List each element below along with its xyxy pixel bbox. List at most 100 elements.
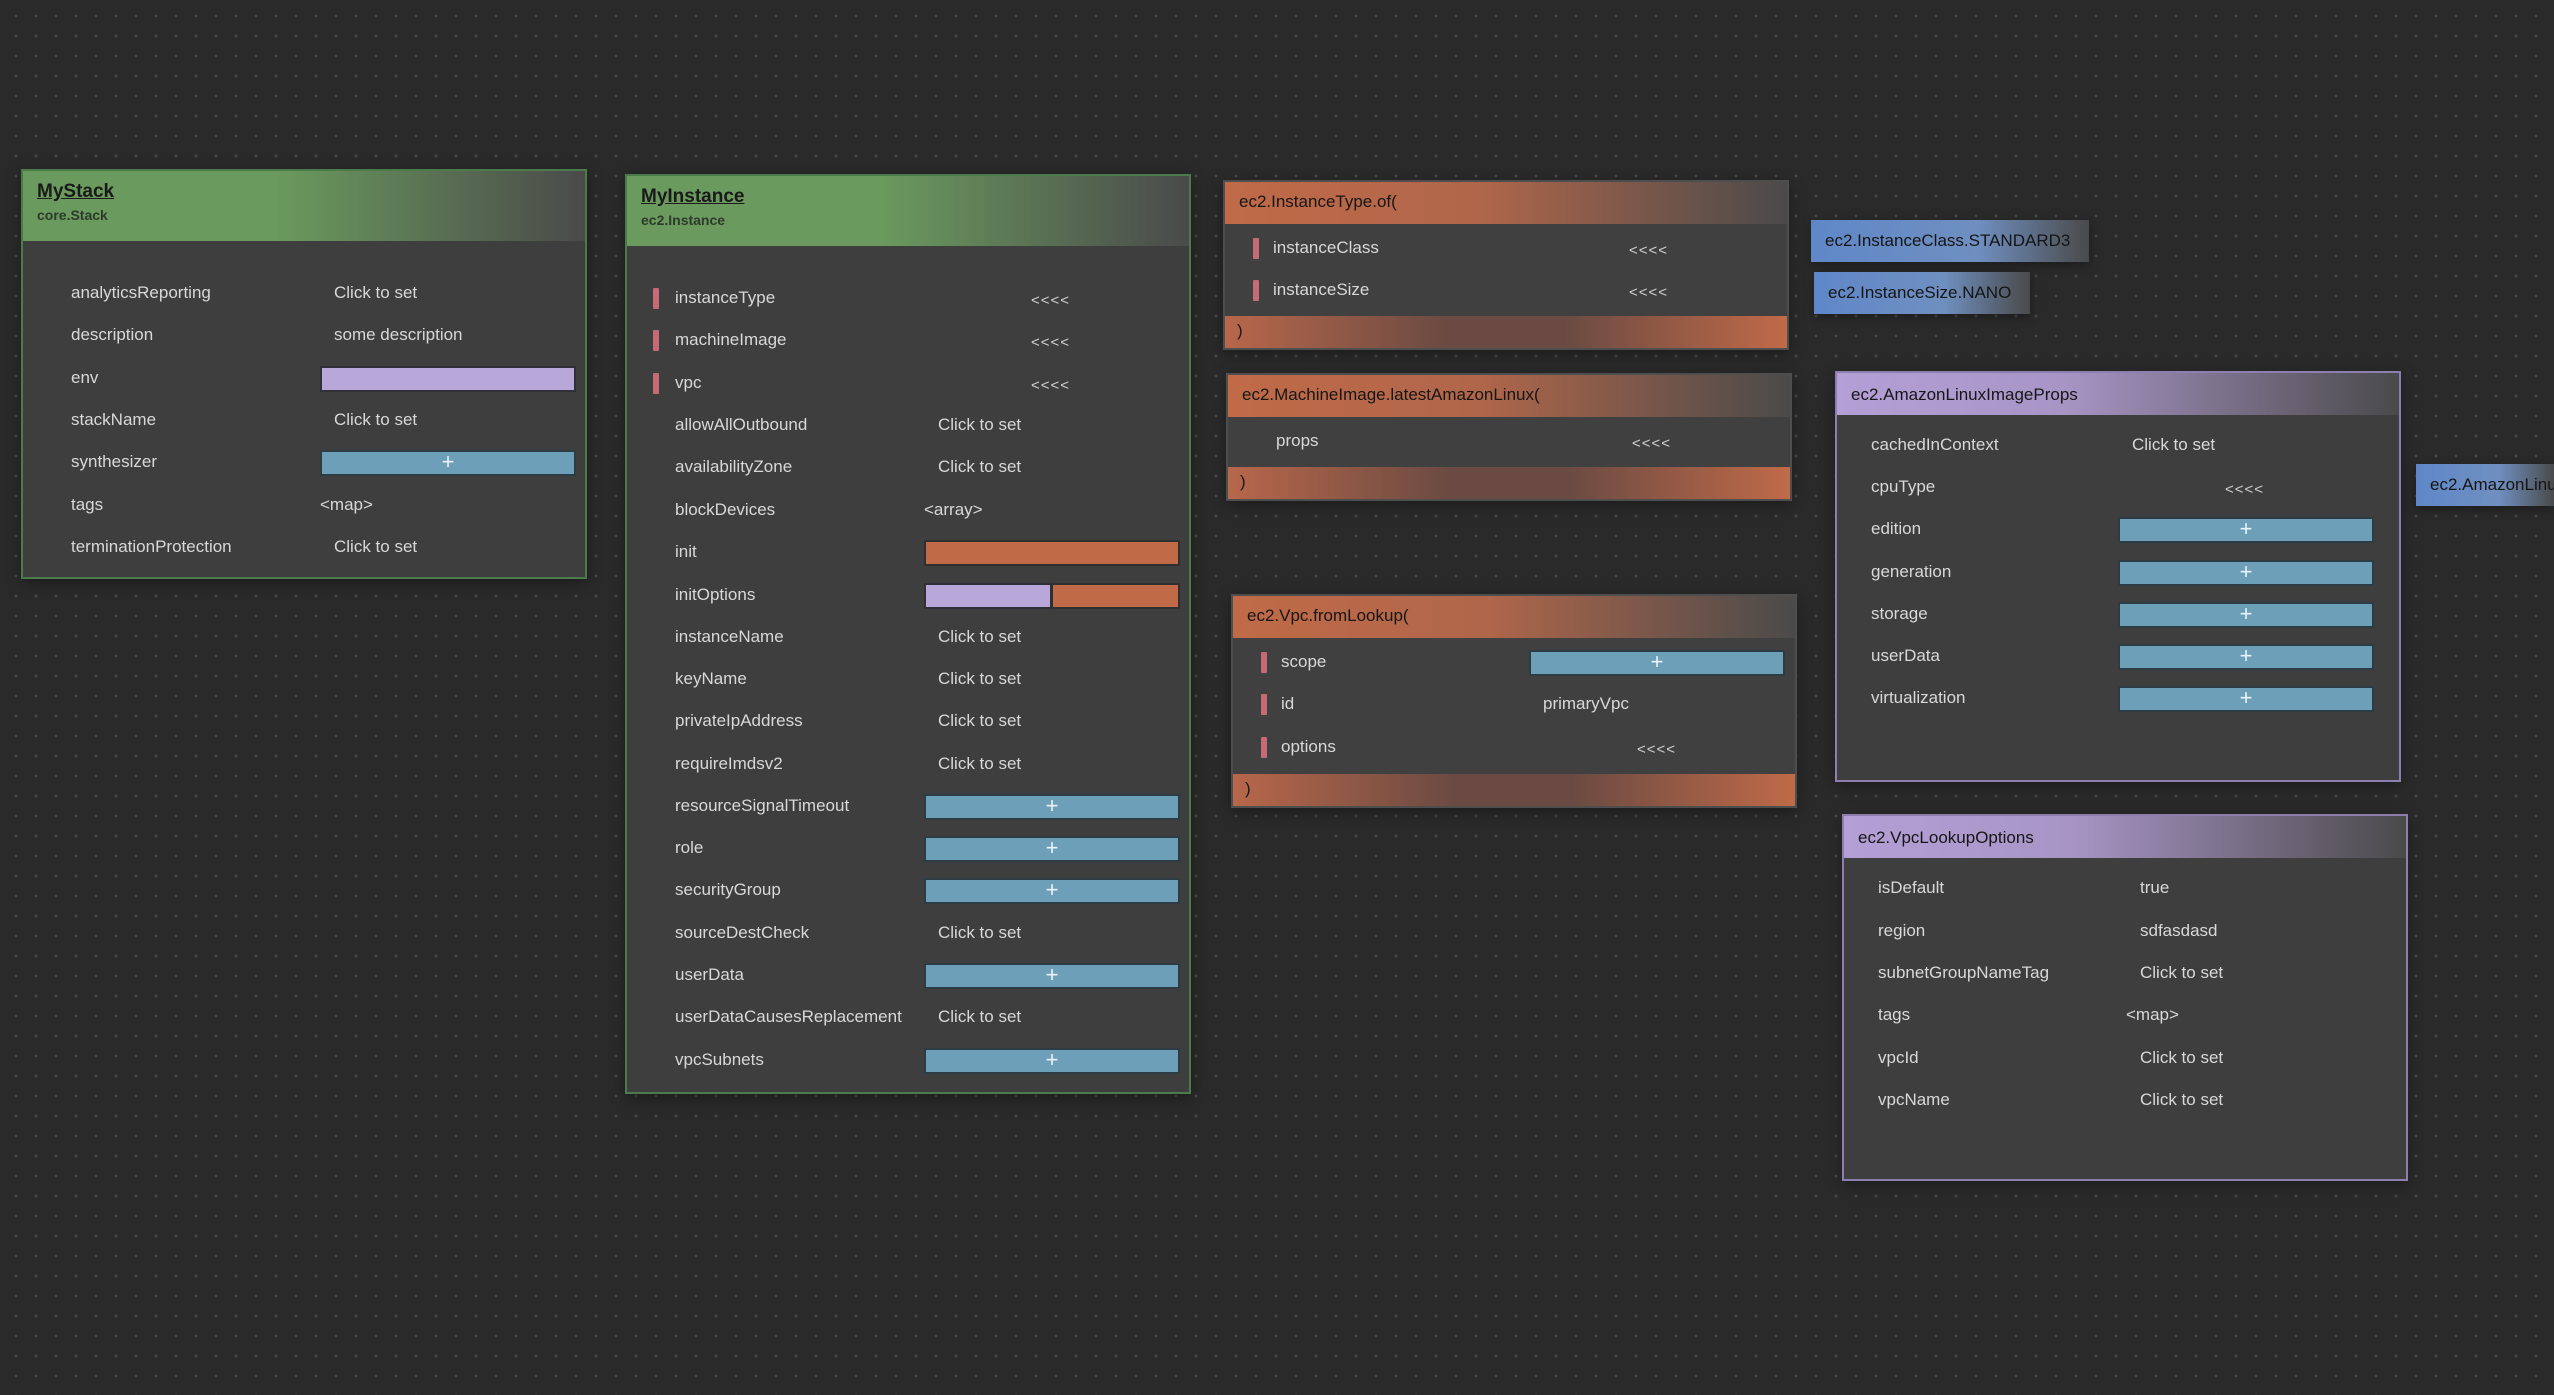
prop-row: tags <map> [1844, 1001, 2406, 1031]
map-value[interactable]: <map> [320, 495, 373, 515]
machineimage-node[interactable]: ec2.MachineImage.latestAmazonLinux( prop… [1226, 373, 1792, 501]
text-value[interactable]: true [2140, 878, 2169, 898]
click-to-set-value[interactable]: Click to set [938, 754, 1021, 774]
click-to-set-value[interactable]: Click to set [334, 283, 417, 303]
vpclookupoptions-header[interactable]: ec2.VpcLookupOptions [1844, 816, 2406, 858]
prop-label: edition [1871, 519, 1922, 538]
required-marker [653, 373, 659, 394]
click-to-set-value[interactable]: Click to set [938, 711, 1021, 731]
required-marker [653, 288, 659, 309]
add-button[interactable]: + [924, 963, 1180, 989]
click-to-set-value[interactable]: Click to set [938, 923, 1021, 943]
add-button[interactable]: + [320, 450, 576, 476]
prop-row: vpcId Click to set [1844, 1044, 2406, 1074]
input-connector[interactable]: <<<< [2225, 481, 2264, 498]
required-marker [1261, 694, 1267, 715]
add-button[interactable]: + [924, 878, 1180, 904]
prop-label: requireImdsv2 [675, 754, 783, 773]
add-button[interactable]: + [1529, 650, 1785, 676]
prop-label: tags [71, 495, 104, 514]
input-connector[interactable]: <<<< [1629, 242, 1668, 259]
mystack-header[interactable]: MyStack core.Stack [23, 171, 585, 241]
enum-chip-instance-size[interactable]: ec2.InstanceSize.NANO [1814, 272, 2030, 314]
props-slot[interactable] [924, 583, 1052, 609]
add-button[interactable]: + [924, 794, 1180, 820]
add-button[interactable]: + [2118, 644, 2374, 670]
input-connector[interactable]: <<<< [1632, 435, 1671, 452]
prop-row: userData + [627, 961, 1189, 991]
prop-row: blockDevices <array> [627, 496, 1189, 526]
prop-row: vpc <<<< [627, 369, 1189, 399]
prop-row: tags <map> [23, 491, 585, 521]
prop-label: isDefault [1878, 878, 1945, 897]
input-connector[interactable]: <<<< [1629, 284, 1668, 301]
input-connector[interactable]: <<<< [1031, 292, 1070, 309]
click-to-set-value[interactable]: Click to set [2140, 1090, 2223, 1110]
add-button[interactable]: + [924, 1048, 1180, 1074]
prop-label: region [1878, 921, 1926, 940]
prop-row: instanceName Click to set [627, 623, 1189, 653]
prop-row: securityGroup + [627, 876, 1189, 906]
prop-label: vpc [675, 373, 702, 392]
click-to-set-value[interactable]: Click to set [334, 410, 417, 430]
input-connector[interactable]: <<<< [1031, 377, 1070, 394]
mystack-node[interactable]: MyStack core.Stack analyticsReporting Cl… [21, 169, 587, 579]
enum-chip-instance-class[interactable]: ec2.InstanceClass.STANDARD3 [1811, 220, 2089, 262]
prop-row: virtualization + [1837, 684, 2399, 714]
add-button[interactable]: + [2118, 686, 2374, 712]
prop-row: env [23, 364, 585, 394]
props-slot[interactable] [320, 366, 576, 392]
instancetype-header[interactable]: ec2.InstanceType.of( [1225, 182, 1787, 224]
myinstance-header[interactable]: MyInstance ec2.Instance [627, 176, 1189, 246]
prop-label: blockDevices [675, 500, 776, 519]
click-to-set-value[interactable]: Click to set [2132, 435, 2215, 455]
instancetype-node[interactable]: ec2.InstanceType.of( instanceClass <<<< … [1223, 180, 1789, 350]
prop-row: resourceSignalTimeout + [627, 792, 1189, 822]
required-marker [1261, 652, 1267, 673]
vpclookupoptions-node[interactable]: ec2.VpcLookupOptions isDefault true regi… [1842, 814, 2408, 1181]
prop-row: userDataCausesReplacement Click to set [627, 1003, 1189, 1033]
vpclookup-node[interactable]: ec2.Vpc.fromLookup( scope + id primaryVp… [1231, 594, 1797, 808]
click-to-set-value[interactable]: Click to set [334, 537, 417, 557]
text-value[interactable]: primaryVpc [1543, 694, 1629, 714]
prop-row: stackName Click to set [23, 406, 585, 436]
linuxprops-header[interactable]: ec2.AmazonLinuxImageProps [1837, 373, 2399, 415]
node-title[interactable]: MyStack [37, 181, 571, 203]
prop-label: instanceName [675, 627, 784, 646]
myinstance-node[interactable]: MyInstance ec2.Instance instanceType <<<… [625, 174, 1191, 1094]
prop-row: scope + [1233, 648, 1795, 678]
click-to-set-value[interactable]: Click to set [2140, 963, 2223, 983]
function-slot[interactable] [924, 540, 1180, 566]
add-button[interactable]: + [924, 836, 1180, 862]
click-to-set-value[interactable]: Click to set [938, 1007, 1021, 1027]
linuxprops-node[interactable]: ec2.AmazonLinuxImageProps cachedInContex… [1835, 371, 2401, 782]
prop-label: env [71, 368, 99, 387]
add-button[interactable]: + [2118, 602, 2374, 628]
function-footer: ) [1225, 316, 1787, 348]
prop-label: allowAllOutbound [675, 415, 808, 434]
add-button[interactable]: + [2118, 517, 2374, 543]
input-connector[interactable]: <<<< [1031, 334, 1070, 351]
node-title[interactable]: MyInstance [641, 186, 1175, 208]
input-connector[interactable]: <<<< [1637, 741, 1676, 758]
click-to-set-value[interactable]: Click to set [938, 457, 1021, 477]
prop-label: userData [1871, 646, 1940, 665]
array-value[interactable]: <array> [924, 500, 983, 520]
prop-label: storage [1871, 604, 1928, 623]
click-to-set-value[interactable]: Click to set [938, 669, 1021, 689]
click-to-set-value[interactable]: Click to set [938, 627, 1021, 647]
prop-label: description [71, 325, 154, 344]
click-to-set-value[interactable]: Click to set [2140, 1048, 2223, 1068]
vpclookup-header[interactable]: ec2.Vpc.fromLookup( [1233, 596, 1795, 638]
prop-label: analyticsReporting [71, 283, 211, 302]
click-to-set-value[interactable]: Click to set [938, 415, 1021, 435]
map-value[interactable]: <map> [2126, 1005, 2179, 1025]
add-button[interactable]: + [2118, 560, 2374, 586]
enum-chip-cpu-type[interactable]: ec2.AmazonLinuxCpuType.X86_64 [2416, 464, 2554, 506]
text-value[interactable]: sdfasdasd [2140, 921, 2218, 941]
prop-label: synthesizer [71, 452, 157, 471]
prop-row: id primaryVpc [1233, 690, 1795, 720]
text-value[interactable]: some description [334, 325, 463, 345]
function-slot[interactable] [1051, 583, 1180, 609]
machineimage-header[interactable]: ec2.MachineImage.latestAmazonLinux( [1228, 375, 1790, 417]
